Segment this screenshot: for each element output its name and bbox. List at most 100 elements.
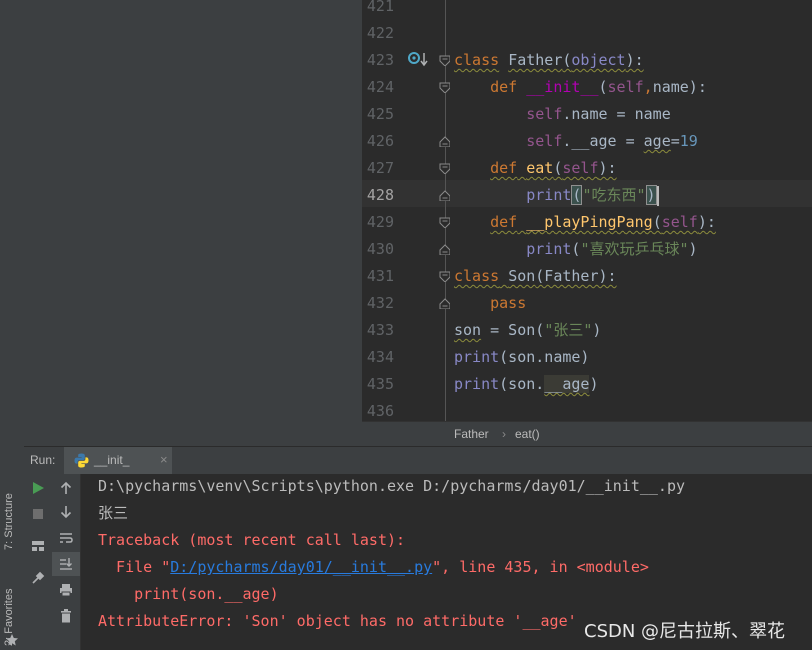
code-token: ): [645, 185, 657, 205]
layout-button[interactable]: [24, 534, 52, 558]
code-line[interactable]: class Father(object):: [454, 47, 644, 74]
breadcrumb-separator: ›: [502, 427, 506, 441]
structure-tab-label: 7: Structure: [3, 493, 15, 550]
line-number: 434: [366, 348, 394, 366]
pin-button[interactable]: [24, 566, 52, 590]
code-token: print: [526, 186, 572, 204]
code-token: = Son(: [481, 321, 545, 339]
arrow-up-icon: [60, 481, 72, 494]
code-line[interactable]: self.__age = age=19: [454, 128, 698, 155]
fold-open-icon[interactable]: [439, 55, 450, 66]
console-text: AttributeError: 'Son' object has no attr…: [98, 612, 577, 630]
fold-open-icon[interactable]: [439, 217, 450, 228]
up-stack-button[interactable]: [52, 476, 80, 500]
code-line[interactable]: def eat(self):: [454, 155, 616, 182]
code-token: age: [643, 132, 671, 150]
fold-open-icon[interactable]: [439, 82, 450, 93]
code-line[interactable]: print(son.__age): [454, 371, 599, 398]
code-token: (son.name): [499, 348, 590, 366]
fold-open-icon[interactable]: [439, 163, 450, 174]
code-line[interactable]: class Son(Father):: [454, 263, 617, 290]
run-toolbar-primary: [24, 474, 52, 650]
console-text: print(son.__age): [98, 585, 279, 603]
star-icon: [6, 634, 18, 646]
code-token: eat: [526, 159, 554, 177]
code-token: def: [490, 213, 518, 231]
line-number: 430: [366, 240, 394, 258]
scroll-to-end-button[interactable]: [52, 552, 80, 576]
code-token: name):: [652, 78, 707, 96]
line-number: 431: [366, 267, 394, 285]
code-token: def: [490, 159, 518, 177]
override-method-icon[interactable]: [408, 50, 430, 68]
down-stack-button[interactable]: [52, 500, 80, 524]
code-token: __playPingPang: [526, 213, 653, 231]
soft-wrap-button[interactable]: [52, 526, 80, 550]
project-pane: [24, 0, 363, 446]
code-token: __age: [544, 375, 590, 393]
code-token: print: [454, 348, 500, 366]
fold-close-icon[interactable]: [439, 136, 450, 147]
fold-close-icon[interactable]: [439, 298, 450, 309]
fold-close-icon[interactable]: [439, 244, 450, 255]
fold-close-icon[interactable]: [439, 190, 450, 201]
fold-open-icon[interactable]: [439, 271, 450, 282]
code-token: (son.: [499, 375, 545, 393]
code-line[interactable]: self.name = name: [454, 101, 671, 128]
code-line[interactable]: def __init__(self,name):: [454, 74, 707, 101]
breadcrumb-item-class[interactable]: Father: [454, 422, 489, 447]
code-token: .name = name: [562, 105, 671, 123]
run-toolbar-secondary: [52, 474, 81, 650]
console-line: 张三: [98, 500, 128, 527]
code-token: ): [592, 321, 602, 339]
console-text: Traceback (most recent call last):: [98, 531, 406, 549]
trash-icon: [61, 609, 71, 623]
console-text: D:\pycharms\venv\Scripts\python.exe D:/p…: [98, 477, 685, 495]
line-number: 426: [366, 132, 394, 150]
stop-icon: [33, 509, 43, 519]
code-token: self: [607, 78, 644, 96]
code-token: Son: [508, 267, 536, 285]
line-number: 421: [366, 0, 394, 15]
code-line[interactable]: pass: [454, 290, 526, 317]
code-token: ): [688, 240, 698, 258]
line-number: 424: [366, 78, 394, 96]
code-token: (: [571, 185, 583, 205]
code-line[interactable]: def __playPingPang(self):: [454, 209, 716, 236]
close-icon[interactable]: ×: [160, 452, 168, 467]
code-token: (Father):: [535, 267, 617, 285]
traceback-file-link[interactable]: D:/pycharms/day01/__init__.py: [170, 558, 432, 576]
layout-icon: [32, 541, 44, 551]
stop-button[interactable]: [24, 502, 52, 526]
rerun-button[interactable]: [24, 476, 52, 500]
code-line[interactable]: print(son.name): [454, 344, 589, 371]
line-number: 429: [366, 213, 394, 231]
code-token: def: [454, 78, 527, 96]
breadcrumb-item-method[interactable]: eat(): [515, 422, 540, 447]
line-number: 428: [366, 186, 394, 204]
code-line[interactable]: print("喜欢玩乒乓球"): [454, 236, 698, 263]
code-token: ,: [643, 78, 653, 96]
clear-all-button[interactable]: [52, 604, 80, 628]
console-line: print(son.__age): [98, 581, 279, 608]
run-tab-init[interactable]: __init_ ×: [64, 447, 172, 474]
run-tab-label: __init_: [94, 453, 130, 467]
print-button[interactable]: [52, 578, 80, 602]
code-token: object: [571, 51, 626, 69]
console-text: 张三: [98, 504, 129, 522]
code-token: (: [652, 213, 662, 231]
code-token: class: [454, 267, 500, 285]
code-token: ):: [697, 213, 716, 231]
soft-wrap-icon: [60, 533, 73, 543]
code-line[interactable]: son = Son("张三"): [454, 317, 601, 344]
code-token: Father: [508, 51, 563, 69]
code-line[interactable]: print("吃东西"): [454, 182, 659, 209]
console-line: File "D:/pycharms/day01/__init__.py", li…: [98, 554, 649, 581]
